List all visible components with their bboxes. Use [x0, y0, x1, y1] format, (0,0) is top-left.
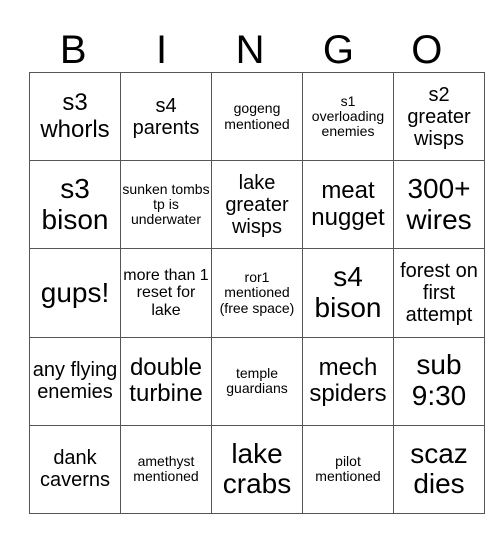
bingo-cell[interactable]: amethyst mentioned — [120, 424, 212, 515]
bingo-row: gups! more than 1 reset for lake ror1 me… — [29, 248, 485, 338]
bingo-row: any flying enemies double turbine temple… — [29, 336, 485, 426]
bingo-cell[interactable]: double turbine — [120, 336, 212, 426]
bingo-header: B I N G O — [29, 28, 471, 72]
bingo-cell[interactable]: sub 9:30 — [393, 336, 485, 426]
bingo-card: s3 whorls s4 parents gogeng mentioned s1… — [29, 71, 485, 515]
bingo-cell[interactable]: s4 parents — [120, 71, 212, 162]
bingo-cell[interactable]: pilot mentioned — [302, 424, 394, 515]
bingo-cell[interactable]: dank caverns — [29, 424, 121, 515]
bingo-cell[interactable]: mech spiders — [302, 336, 394, 426]
bingo-row: dank caverns amethyst mentioned lake cra… — [29, 424, 485, 515]
bingo-cell[interactable]: lake crabs — [211, 424, 303, 515]
bingo-cell[interactable]: sunken tombs tp is underwater — [120, 160, 212, 250]
bingo-cell[interactable]: meat nugget — [302, 160, 394, 250]
header-letter-o: O — [411, 28, 443, 72]
bingo-cell[interactable]: ror1 mentioned (free space) — [211, 248, 303, 338]
bingo-cell[interactable]: lake greater wisps — [211, 160, 303, 250]
bingo-cell[interactable]: s3 whorls — [29, 71, 121, 162]
bingo-cell[interactable]: s4 bison — [302, 248, 394, 338]
bingo-cell[interactable]: 300+ wires — [393, 160, 485, 250]
bingo-cell[interactable]: s2 greater wisps — [393, 71, 485, 162]
bingo-row: s3 whorls s4 parents gogeng mentioned s1… — [29, 71, 485, 162]
bingo-cell[interactable]: s3 bison — [29, 160, 121, 250]
header-letter-i: I — [156, 28, 168, 72]
bingo-cell[interactable]: scaz dies — [393, 424, 485, 515]
bingo-cell[interactable]: gups! — [29, 248, 121, 338]
header-letter-b: B — [59, 28, 87, 72]
bingo-cell[interactable]: s1 overloading enemies — [302, 71, 394, 162]
bingo-cell[interactable]: more than 1 reset for lake — [120, 248, 212, 338]
bingo-cell[interactable]: any flying enemies — [29, 336, 121, 426]
bingo-cell[interactable]: forest on first attempt — [393, 248, 485, 338]
bingo-row: s3 bison sunken tombs tp is underwater l… — [29, 160, 485, 250]
bingo-cell[interactable]: gogeng mentioned — [211, 71, 303, 162]
header-letter-n: N — [235, 28, 265, 72]
header-letter-g: G — [322, 28, 354, 72]
bingo-cell[interactable]: temple guardians — [211, 336, 303, 426]
